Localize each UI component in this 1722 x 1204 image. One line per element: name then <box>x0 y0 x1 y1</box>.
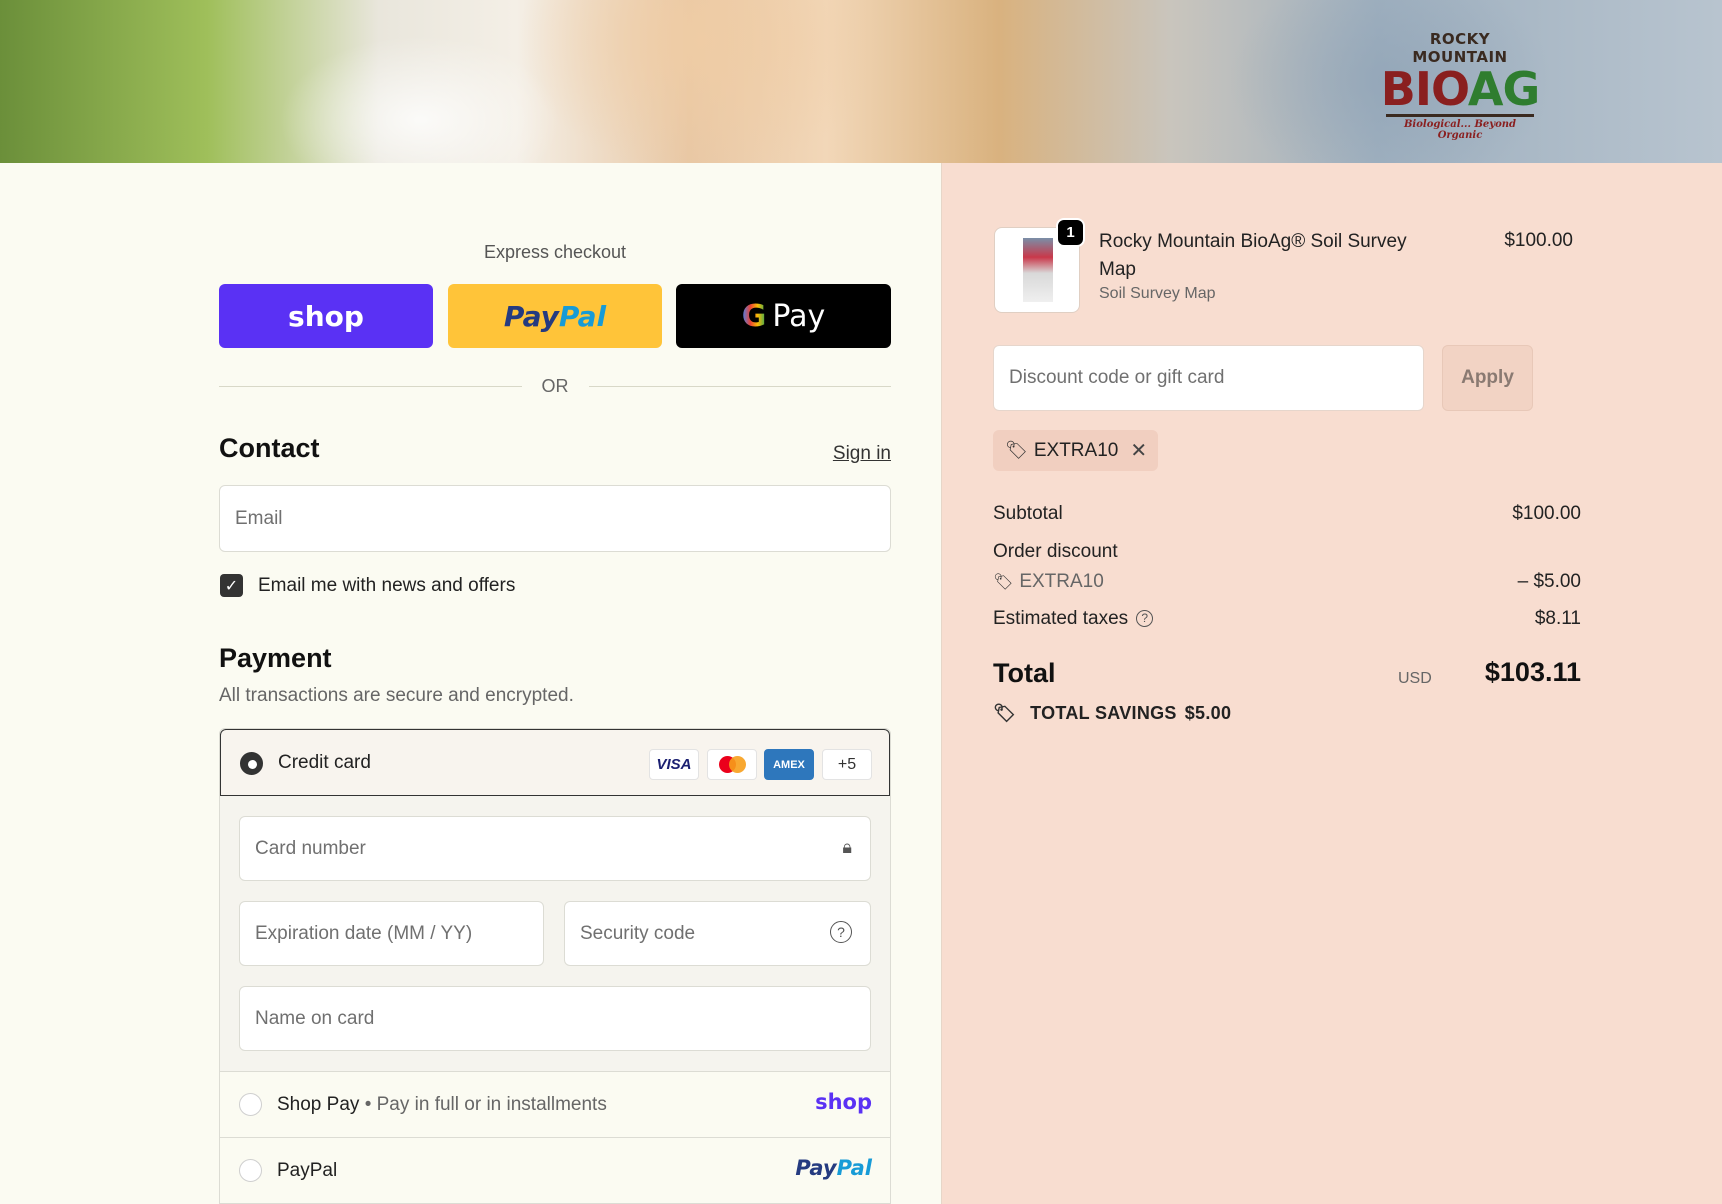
apply-button[interactable]: Apply <box>1442 345 1533 411</box>
contact-heading: Contact <box>219 433 320 463</box>
divider-line <box>219 385 522 387</box>
security-code-placeholder: Security code <box>580 922 696 944</box>
expiration-placeholder: Expiration date (MM / YY) <box>255 922 473 944</box>
more-cards-badge: +5 <box>822 749 872 780</box>
discount-code-row: 🏷︎ EXTRA10 <box>993 571 1104 593</box>
logo-main-b: AG <box>1467 62 1540 116</box>
subtotal-value: $100.00 <box>1512 503 1581 524</box>
estimated-taxes-label: Estimated taxes <box>993 608 1129 629</box>
tag-icon: 🏷︎ <box>993 574 1014 591</box>
paypal-brand-a: Pay <box>795 1156 837 1180</box>
discount-code: EXTRA10 <box>1019 571 1104 592</box>
name-on-card-field[interactable]: Name on card <box>239 986 871 1051</box>
shop-pay-label: Shop Pay <box>277 1094 360 1115</box>
paypal-button[interactable]: Pay Pal <box>448 284 662 348</box>
newsletter-label: Email me with news and offers <box>258 575 516 596</box>
payment-methods: Credit card VISA AMEX +5 Card number 🔒︎ … <box>219 728 891 1204</box>
tag-icon: 🏷︎ <box>1005 440 1028 460</box>
google-g-icon: G <box>741 298 767 334</box>
name-on-card-placeholder: Name on card <box>255 1007 375 1029</box>
product-variant: Soil Survey Map <box>1099 285 1216 302</box>
savings-value: $5.00 <box>1184 703 1232 723</box>
expiration-date-field[interactable]: Expiration date (MM / YY) <box>239 901 544 966</box>
security-code-field[interactable]: Security code ? <box>564 901 871 966</box>
applied-discount-chip: 🏷︎ EXTRA10 ✕ <box>993 430 1158 471</box>
product-image <box>1023 238 1053 302</box>
discount-code-input[interactable]: Discount code or gift card <box>993 345 1424 411</box>
quantity-badge: 1 <box>1056 218 1085 247</box>
express-checkout-title: Express checkout <box>483 242 627 262</box>
divider-line <box>588 385 891 387</box>
savings-tag-icon: 🏷︎ <box>993 703 1017 723</box>
credit-card-radio[interactable] <box>240 752 263 775</box>
or-divider: OR <box>219 375 891 397</box>
shop-pay-brand-icon: shop <box>815 1090 872 1114</box>
mastercard-icon <box>707 749 757 780</box>
logo-tagline: Biological... Beyond Organic <box>1403 119 1517 141</box>
savings-label: TOTAL SAVINGS <box>1030 703 1177 723</box>
email-placeholder: Email <box>235 507 283 529</box>
help-icon[interactable]: ? <box>1136 610 1154 628</box>
store-logo[interactable]: ROCKY MOUNTAIN BIOAG Biological... Beyon… <box>1380 30 1540 141</box>
card-number-placeholder: Card number <box>255 837 366 859</box>
subtotal-label: Subtotal <box>993 503 1063 524</box>
paypal-radio[interactable] <box>239 1159 262 1182</box>
payment-heading: Payment <box>219 643 332 673</box>
shop-pay-option[interactable]: Shop Pay • Pay in full or in installment… <box>220 1071 890 1137</box>
discount-value: – $5.00 <box>1517 571 1581 592</box>
paypal-logo-a: Pay <box>503 299 559 333</box>
taxes-value: $8.11 <box>1534 608 1581 629</box>
estimated-taxes-row: Estimated taxes? <box>993 608 1154 630</box>
currency-code: USD <box>1398 670 1432 687</box>
applied-code: EXTRA10 <box>1033 439 1119 461</box>
logo-main-a: BIO <box>1380 62 1469 116</box>
payment-subtitle: All transactions are secure and encrypte… <box>219 685 574 706</box>
discount-placeholder: Discount code or gift card <box>1009 367 1225 388</box>
shop-pay-option-label: Shop Pay • Pay in full or in installment… <box>277 1094 607 1116</box>
sign-in-link[interactable]: Sign in <box>780 443 891 465</box>
paypal-label: PayPal <box>277 1160 338 1181</box>
shop-pay-logo: shop <box>288 299 364 333</box>
logo-main-text: BIOAG <box>1380 66 1540 112</box>
card-number-field[interactable]: Card number 🔒︎ <box>239 816 871 881</box>
credit-card-option[interactable]: Credit card VISA AMEX +5 <box>220 729 890 796</box>
paypal-brand-b: Pal <box>836 1156 872 1180</box>
logo-top-text: ROCKY MOUNTAIN <box>1412 30 1508 66</box>
shop-pay-note: Pay in full or in installments <box>376 1094 607 1115</box>
total-value: $103.11 <box>1484 657 1581 687</box>
visa-icon: VISA <box>649 749 699 780</box>
product-price: $100.00 <box>1504 230 1573 251</box>
total-savings: 🏷︎ TOTAL SAVINGS $5.00 <box>993 703 1231 724</box>
checkout-form: Express checkout shop Pay Pal G Pay OR Co… <box>0 163 941 1204</box>
email-field[interactable]: Email <box>219 485 891 552</box>
product-name: Rocky Mountain BioAg® Soil Survey Map <box>1099 231 1407 280</box>
paypal-brand-icon: PayPal <box>795 1156 872 1180</box>
amex-icon: AMEX <box>764 749 814 780</box>
lock-icon: 🔒︎ <box>842 837 852 857</box>
paypal-option[interactable]: PayPal PayPal <box>220 1137 890 1203</box>
remove-discount-icon[interactable]: ✕ <box>1130 438 1147 463</box>
or-text: OR <box>541 375 569 396</box>
order-discount-label: Order discount <box>993 541 1118 562</box>
help-icon[interactable]: ? <box>830 921 852 943</box>
google-pay-button[interactable]: G Pay <box>676 284 891 348</box>
header-banner: ROCKY MOUNTAIN BIOAG Biological... Beyon… <box>0 0 1722 163</box>
check-icon: ✓ <box>224 577 239 595</box>
google-pay-label: Pay <box>772 298 826 334</box>
paypal-logo-b: Pal <box>558 299 607 333</box>
credit-card-label: Credit card <box>278 752 371 773</box>
shop-pay-radio[interactable] <box>239 1093 262 1116</box>
shop-pay-button[interactable]: shop <box>219 284 433 348</box>
order-summary: 1 Rocky Mountain BioAg® Soil Survey Map … <box>941 163 1722 1204</box>
separator-dot: • <box>364 1094 372 1115</box>
newsletter-checkbox[interactable]: ✓ <box>220 574 243 597</box>
total-label: Total <box>993 658 1056 688</box>
